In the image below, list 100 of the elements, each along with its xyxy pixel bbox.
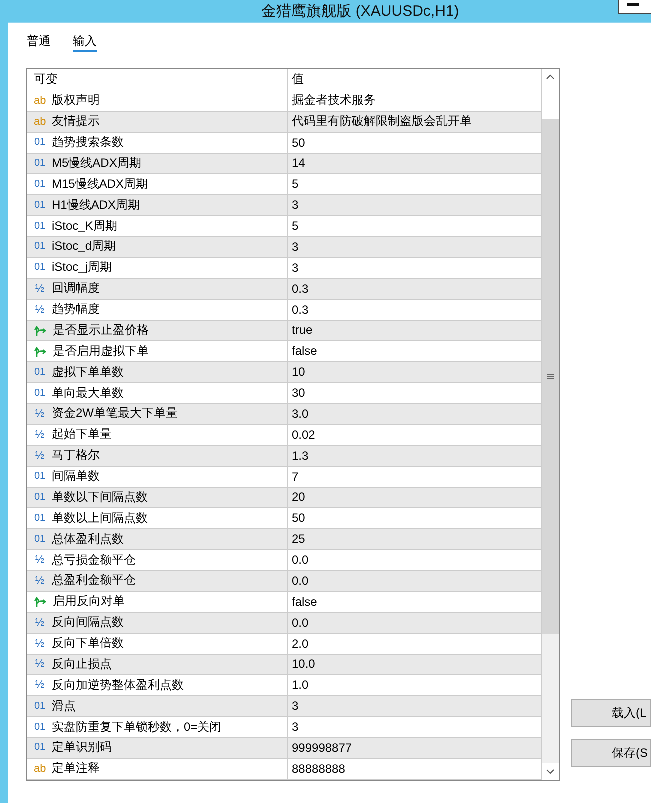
dialog-button[interactable]: 载入(L <box>571 699 651 727</box>
integer-type-icon: 01 <box>34 241 46 252</box>
parameter-name: 间隔单数 <box>52 468 100 486</box>
parameter-value[interactable]: 0.0 <box>288 612 541 633</box>
integer-type-icon: 01 <box>34 220 46 232</box>
parameter-value[interactable]: false <box>288 341 541 362</box>
parameter-value[interactable]: 5 <box>288 216 541 236</box>
parameter-value[interactable]: 5 <box>288 174 541 194</box>
fraction-type-icon: ½ <box>34 450 46 462</box>
column-header[interactable]: 可变 <box>27 69 288 91</box>
integer-type-icon: 01 <box>34 200 46 211</box>
parameter-value[interactable]: 掘金者技术服务 <box>288 90 541 111</box>
parameter-name: 反向下单倍数 <box>52 635 124 652</box>
fraction-type-icon: ½ <box>34 282 46 295</box>
branch-arrow-icon <box>34 324 47 337</box>
parameter-value[interactable]: 3 <box>288 258 541 278</box>
fraction-type-icon: ½ <box>34 638 46 650</box>
text-type-icon: ab <box>34 94 46 107</box>
parameter-value[interactable]: 20 <box>288 488 541 508</box>
fraction-type-icon: ½ <box>34 304 46 316</box>
parameter-name: 是否启用虚拟下单 <box>53 342 149 360</box>
dialog-button[interactable]: 保存(S <box>571 739 651 767</box>
parameter-value[interactable]: 50 <box>288 132 541 152</box>
parameter-value[interactable]: 88888888 <box>288 758 541 779</box>
parameter-value[interactable]: 0.0 <box>288 550 541 570</box>
fraction-type-icon: ½ <box>34 408 46 420</box>
parameter-name: 资金2W单笔最大下单量 <box>52 405 178 422</box>
parameter-name: M15慢线ADX周期 <box>52 176 148 193</box>
parameter-value[interactable]: 3 <box>288 237 541 257</box>
fraction-type-icon: ½ <box>34 616 46 629</box>
parameter-name: iStoc_d周期 <box>52 238 116 256</box>
parameter-value[interactable]: 0.3 <box>288 278 541 299</box>
parameter-name: 回调幅度 <box>52 280 100 298</box>
parameter-name: M5慢线ADX周期 <box>52 154 142 172</box>
integer-type-icon: 01 <box>34 388 46 399</box>
parameter-name: 友情提示 <box>52 113 100 130</box>
parameter-name: 趋势搜索条数 <box>52 134 124 152</box>
parameter-name: 虚拟下单单数 <box>52 364 124 381</box>
integer-type-icon: 01 <box>34 158 46 169</box>
parameter-name: 滑点 <box>52 698 76 715</box>
parameter-name: 总盈利金额平仓 <box>52 572 136 590</box>
integer-type-icon: 01 <box>34 366 46 378</box>
parameter-value[interactable]: 10 <box>288 362 541 382</box>
text-type-icon: ab <box>34 762 46 775</box>
parameter-value[interactable]: 30 <box>288 383 541 403</box>
parameter-value[interactable]: 1.0 <box>288 675 541 696</box>
tab[interactable]: 输入 <box>73 33 97 52</box>
integer-type-icon: 01 <box>34 178 46 190</box>
parameter-name: 起始下单量 <box>52 426 112 444</box>
parameter-value[interactable]: 25 <box>288 529 541 550</box>
parameter-name: 总亏损金额平仓 <box>52 552 136 569</box>
integer-type-icon: 01 <box>34 512 46 524</box>
parameter-value[interactable]: 10.0 <box>288 654 541 674</box>
parameter-value[interactable]: 1.3 <box>288 446 541 466</box>
branch-arrow-icon <box>34 595 47 608</box>
integer-type-icon: 01 <box>34 137 46 148</box>
parameter-name: 定单识别码 <box>52 739 112 756</box>
column-header[interactable]: 值 <box>288 69 541 91</box>
parameter-value[interactable]: 2.0 <box>288 634 541 654</box>
integer-type-icon: 01 <box>34 492 46 503</box>
parameter-value[interactable]: 0.0 <box>288 571 541 591</box>
fraction-type-icon: ½ <box>34 554 46 566</box>
parameter-value[interactable]: 3 <box>288 696 541 716</box>
parameter-value[interactable]: 14 <box>288 154 541 174</box>
parameter-value[interactable]: 3 <box>288 717 541 737</box>
fraction-type-icon: ½ <box>34 428 46 441</box>
parameter-name: 反向加逆势整体盈利点数 <box>52 676 184 694</box>
integer-type-icon: 01 <box>34 534 46 545</box>
parameter-name: 单向最大单数 <box>52 384 124 402</box>
window-title: 金猎鹰旗舰版 (XAUUSDc,H1) <box>262 2 460 20</box>
integer-type-icon: 01 <box>34 262 46 274</box>
parameter-value[interactable]: false <box>288 592 541 612</box>
tab[interactable]: 普通 <box>27 33 51 52</box>
parameter-name: 马丁格尔 <box>52 447 100 464</box>
fraction-type-icon: ½ <box>34 658 46 670</box>
parameter-value[interactable]: 0.02 <box>288 424 541 445</box>
parameter-value[interactable]: 3.0 <box>288 404 541 424</box>
parameter-name: 趋势幅度 <box>52 301 100 318</box>
parameter-name: 是否显示止盈价格 <box>53 322 149 339</box>
parameter-name: 反向间隔点数 <box>52 614 124 632</box>
parameter-value[interactable]: true <box>288 320 541 340</box>
parameter-value[interactable]: 50 <box>288 508 541 528</box>
parameter-name: 单数以上间隔点数 <box>52 510 148 527</box>
integer-type-icon: 01 <box>34 700 46 712</box>
parameter-value[interactable]: 999998877 <box>288 738 541 758</box>
branch-arrow-icon <box>34 344 47 358</box>
fraction-type-icon: ½ <box>34 679 46 692</box>
parameter-value[interactable]: 7 <box>288 466 541 486</box>
text-type-icon: ab <box>34 116 46 128</box>
parameter-name: H1慢线ADX周期 <box>52 196 140 214</box>
parameter-name: iStoc_j周期 <box>52 259 112 276</box>
parameter-name: 实盘防重复下单锁秒数，0=关闭 <box>52 718 222 736</box>
parameter-name: 版权声明 <box>52 92 100 110</box>
parameter-name: 反向止损点 <box>52 656 112 673</box>
parameter-name: 单数以下间隔点数 <box>52 488 148 506</box>
parameter-value[interactable]: 0.3 <box>288 300 541 320</box>
parameter-value[interactable]: 代码里有防破解限制盗版会乱开单 <box>288 112 541 132</box>
integer-type-icon: 01 <box>34 471 46 482</box>
parameter-value[interactable]: 3 <box>288 195 541 216</box>
fraction-type-icon: ½ <box>34 574 46 587</box>
